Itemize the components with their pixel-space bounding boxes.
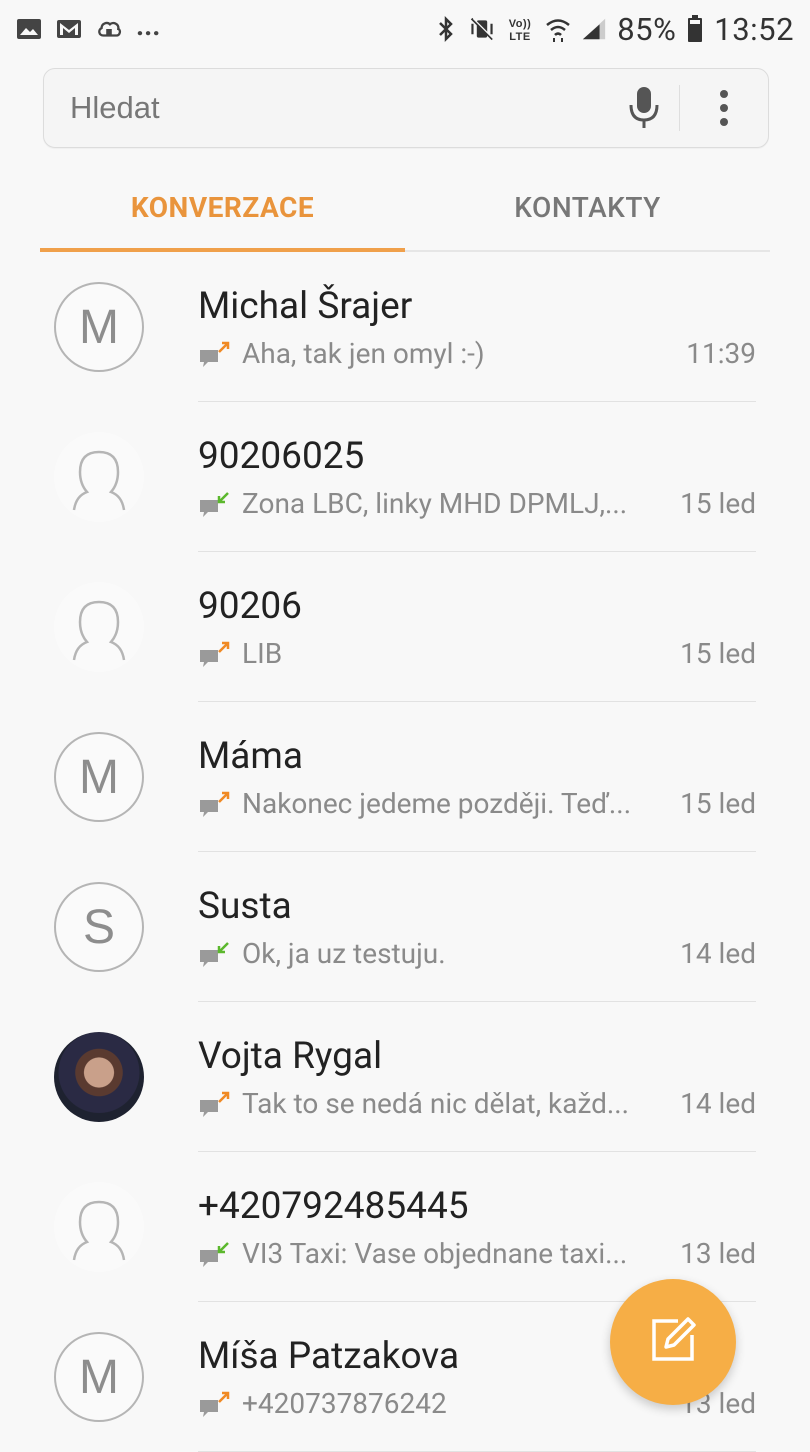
avatar[interactable] [54,432,144,522]
status-bar: ... Vo)) LTE 85% 13:52 [0,0,810,58]
message-snippet: VI3 Taxi: Vase objednane taxi... [242,1237,628,1270]
contact-name: Míša Patzakova [198,1335,460,1378]
message-preview-row: Zona LBC, linky MHD DPMLJ,... 15 led [198,487,756,520]
avatar-initial: M [79,750,119,804]
vibrate-mute-icon [469,17,495,41]
svg-text:LTE: LTE [510,31,531,43]
avatar[interactable] [54,582,144,672]
message-preview-row: Aha, tak jen omyl :-) 11:39 [198,337,756,370]
more-options-icon[interactable] [680,78,768,138]
incoming-message-icon [198,490,232,518]
message-time: 14 led [680,1087,756,1120]
signal-icon [581,17,607,41]
outgoing-message-icon [198,1390,232,1418]
avatar[interactable]: S [54,882,144,972]
message-time: 15 led [680,487,756,520]
message-preview-row: Ok, ja uz testuju. 14 led [198,937,756,970]
battery-icon [686,15,704,42]
contact-name: Máma [198,735,304,778]
message-time: 13 led [680,1237,756,1270]
bluetooth-icon [433,15,459,43]
image-icon [16,17,42,41]
message-preview-row: Tak to se nedá nic dělat, každ... 14 led [198,1087,756,1120]
outgoing-message-icon [198,790,232,818]
conversation-item[interactable]: +420792485445 VI3 Taxi: Vase objednane ta… [0,1152,810,1302]
search-bar[interactable] [43,68,769,148]
conversation-item[interactable]: M Michal Šrajer Aha, tak jen omyl :-) 11:39 [0,252,810,402]
tab-conversations[interactable]: KONVERZACE [40,168,405,252]
avatar[interactable]: M [54,732,144,822]
clock: 13:52 [714,10,794,48]
volte-icon: Vo)) LTE [505,17,535,43]
person-silhouette-icon [54,432,144,522]
avatar-initial: M [79,1350,119,1404]
contact-name: 90206 [198,585,302,628]
conversation-list: M Michal Šrajer Aha, tak jen omyl :-) 11:39… [0,252,810,1452]
contact-name: 90206025 [198,435,365,478]
message-preview-row: Nakonec jedeme později. Teď... 15 led [198,787,756,820]
search-input[interactable] [44,90,609,126]
tab-bar: KONVERZACE KONTAKTY [40,168,770,252]
message-time: 11:39 [686,337,756,370]
avatar-initial: S [82,900,115,954]
incoming-message-icon [198,940,232,968]
avatar[interactable] [54,1182,144,1272]
incoming-message-icon [198,1240,232,1268]
cloud-sync-icon [96,17,122,41]
avatar[interactable]: M [54,282,144,372]
avatar[interactable]: M [54,1332,144,1422]
compose-button[interactable] [610,1279,736,1405]
avatar-initial: M [79,300,119,354]
person-silhouette-icon [54,1182,144,1272]
conversation-item[interactable]: 90206 LIB 15 led [0,552,810,702]
gmail-icon [56,17,82,41]
notification-more: ... [136,8,161,42]
message-time: 15 led [680,637,756,670]
message-preview-row: LIB 15 led [198,637,756,670]
message-snippet: Tak to se nedá nic dělat, každ... [242,1087,630,1120]
contact-name: Michal Šrajer [198,285,413,328]
conversation-item[interactable]: M Máma Nakonec jedeme později. Teď... 15 le… [0,702,810,852]
outgoing-message-icon [198,1090,232,1118]
message-snippet: Zona LBC, linky MHD DPMLJ,... [242,487,628,520]
avatar-photo[interactable] [54,1032,144,1122]
conversation-item[interactable]: S Susta Ok, ja uz testuju. 14 led [0,852,810,1002]
conversation-item[interactable]: Vojta Rygal Tak to se nedá nic dělat, kaž… [0,1002,810,1152]
message-time: 15 led [680,787,756,820]
outgoing-message-icon [198,640,232,668]
svg-text:Vo)): Vo)) [509,18,532,30]
contact-name: Susta [198,885,292,928]
message-time: 14 led [680,937,756,970]
tab-contacts[interactable]: KONTAKTY [405,168,770,250]
contact-name: Vojta Rygal [198,1035,383,1078]
compose-icon [648,1315,698,1369]
message-preview-row: VI3 Taxi: Vase objednane taxi... 13 led [198,1237,756,1270]
outgoing-message-icon [198,340,232,368]
person-silhouette-icon [54,582,144,672]
wifi-icon [545,17,571,42]
message-snippet: LIB [242,637,283,670]
message-snippet: Nakonec jedeme později. Teď... [242,787,632,820]
microphone-icon[interactable] [609,78,679,138]
battery-percent: 85% [617,10,677,48]
message-snippet: +420737876242 [242,1387,447,1420]
message-snippet: Ok, ja uz testuju. [242,937,446,970]
conversation-item[interactable]: 90206025 Zona LBC, linky MHD DPMLJ,... 15 … [0,402,810,552]
message-snippet: Aha, tak jen omyl :-) [242,337,485,370]
contact-name: +420792485445 [198,1185,469,1228]
